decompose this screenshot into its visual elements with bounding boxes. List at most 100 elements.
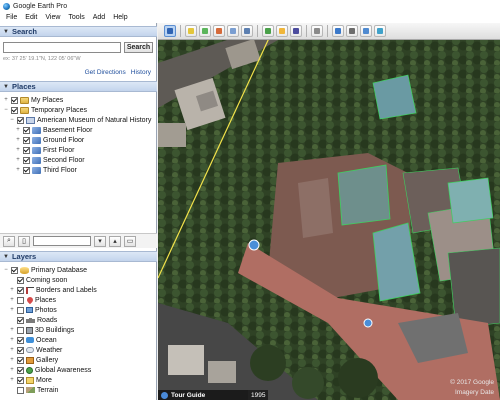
expand-icon[interactable]: +	[9, 297, 15, 303]
checkbox[interactable]	[23, 136, 30, 144]
list-item-label: Temporary Places	[31, 106, 88, 114]
checkbox[interactable]	[11, 266, 18, 274]
menu-edit[interactable]: Edit	[21, 14, 41, 21]
checkbox[interactable]	[17, 346, 24, 354]
add-overlay-button[interactable]	[227, 25, 239, 37]
layers-item-more[interactable]: + More	[9, 375, 52, 385]
layers-item-gallery[interactable]: + Gallery	[9, 355, 58, 365]
magnifier-icon[interactable]: ⌕	[3, 235, 15, 247]
ruler-button[interactable]	[311, 25, 323, 37]
layers-item-roads[interactable]: Roads	[9, 315, 57, 325]
checkbox[interactable]	[17, 296, 24, 304]
expand-icon[interactable]: +	[9, 347, 15, 353]
layers-item-places[interactable]: + Places	[9, 295, 56, 305]
expand-icon[interactable]: +	[15, 167, 21, 173]
expand-icon[interactable]: +	[15, 147, 21, 153]
menu-tools[interactable]: Tools	[64, 14, 88, 21]
expand-icon[interactable]: +	[9, 307, 15, 313]
checkbox[interactable]	[17, 316, 24, 324]
layers-item-global-awareness[interactable]: + Global Awareness	[9, 365, 91, 375]
checkbox[interactable]	[23, 126, 30, 134]
add-folder-icon[interactable]: ▭	[124, 235, 136, 247]
places-item-temporary-places[interactable]: − Temporary Places	[3, 105, 87, 115]
places-item-second-floor[interactable]: + Second Floor	[15, 155, 85, 165]
places-item-third-floor[interactable]: + Third Floor	[15, 165, 77, 175]
checkbox[interactable]	[17, 116, 24, 124]
layers-item-weather[interactable]: + Weather	[9, 345, 62, 355]
places-item-museum[interactable]: − American Museum of Natural History	[9, 115, 151, 125]
map-view[interactable]: © 2017 Google Imagery Date	[158, 23, 500, 400]
view-in-maps-button[interactable]	[374, 25, 386, 37]
add-polygon-button[interactable]	[199, 25, 211, 37]
expand-icon[interactable]: +	[9, 357, 15, 363]
checkbox[interactable]	[11, 96, 18, 104]
checkbox[interactable]	[17, 276, 24, 284]
checkbox[interactable]	[17, 336, 24, 344]
expand-icon[interactable]: +	[9, 327, 15, 333]
menu-file[interactable]: File	[2, 14, 21, 21]
collapse-icon[interactable]: −	[3, 267, 9, 273]
checkbox[interactable]	[17, 306, 24, 314]
menu-add[interactable]: Add	[89, 14, 109, 21]
checkbox[interactable]	[23, 166, 30, 174]
layers-panel-header[interactable]: ▼ Layers	[0, 251, 157, 262]
expand-icon[interactable]: +	[9, 287, 15, 293]
search-panel-header[interactable]: ▼ Search	[0, 26, 157, 37]
expand-icon[interactable]: +	[15, 127, 21, 133]
checkbox[interactable]	[17, 326, 24, 334]
places-filter-input[interactable]	[33, 236, 91, 246]
add-placemark-button[interactable]	[185, 25, 197, 37]
search-button[interactable]: Search	[124, 42, 153, 53]
expand-icon[interactable]: +	[9, 377, 15, 383]
historical-imagery-button[interactable]	[262, 25, 274, 37]
tour-guide-bar[interactable]: Tour Guide	[158, 390, 248, 400]
places-item-basement-floor[interactable]: + Basement Floor	[15, 125, 92, 135]
layers-item-primary-database[interactable]: − Primary Database	[3, 265, 87, 275]
expand-icon[interactable]: +	[15, 157, 21, 163]
checkbox[interactable]	[17, 376, 24, 384]
places-panel-header[interactable]: ▼ Places	[0, 81, 157, 92]
places-item-first-floor[interactable]: + First Floor	[15, 145, 75, 155]
places-item-ground-floor[interactable]: + Ground Floor	[15, 135, 84, 145]
layers-item-3d-buildings[interactable]: + 3D Buildings	[9, 325, 74, 335]
planets-button[interactable]	[290, 25, 302, 37]
checkbox[interactable]	[11, 106, 18, 114]
add-path-button[interactable]	[213, 25, 225, 37]
checkbox[interactable]	[17, 386, 24, 394]
layers-item-borders-labels[interactable]: + Borders and Labels	[9, 285, 97, 295]
list-item-label: Coming soon	[26, 276, 68, 284]
menu-view[interactable]: View	[41, 14, 64, 21]
expand-icon[interactable]: +	[9, 367, 15, 373]
layer-icon	[32, 166, 41, 174]
checkbox[interactable]	[23, 156, 30, 164]
checkbox[interactable]	[17, 286, 24, 294]
record-tour-button[interactable]	[241, 25, 253, 37]
menu-help[interactable]: Help	[109, 14, 131, 21]
collapse-icon[interactable]: −	[9, 117, 15, 123]
sidebar-toggle-button[interactable]	[164, 25, 176, 37]
expand-icon[interactable]: +	[3, 97, 9, 103]
collapse-icon[interactable]: −	[3, 107, 9, 113]
layers-item-coming-soon[interactable]: Coming soon	[9, 275, 67, 285]
places-item-my-places[interactable]: + My Places	[3, 95, 63, 105]
move-up-icon[interactable]: ▴	[109, 235, 121, 247]
panel-toggle-icon[interactable]: ▯	[18, 235, 30, 247]
history-link[interactable]: History	[131, 69, 151, 76]
layers-item-ocean[interactable]: + Ocean	[9, 335, 57, 345]
expand-icon[interactable]: +	[15, 137, 21, 143]
email-button[interactable]	[332, 25, 344, 37]
expand-icon[interactable]: +	[9, 337, 15, 343]
checkbox[interactable]	[17, 356, 24, 364]
window-title: Google Earth Pro	[13, 2, 68, 10]
layers-item-photos[interactable]: + Photos	[9, 305, 57, 315]
save-image-button[interactable]	[360, 25, 372, 37]
search-input[interactable]	[3, 42, 121, 53]
satellite-imagery[interactable]	[158, 23, 500, 400]
get-directions-link[interactable]: Get Directions	[85, 69, 126, 76]
layers-item-terrain[interactable]: Terrain	[9, 385, 58, 395]
checkbox[interactable]	[23, 146, 30, 154]
checkbox[interactable]	[17, 366, 24, 374]
sun-button[interactable]	[276, 25, 288, 37]
move-down-icon[interactable]: ▾	[94, 235, 106, 247]
print-button[interactable]	[346, 25, 358, 37]
